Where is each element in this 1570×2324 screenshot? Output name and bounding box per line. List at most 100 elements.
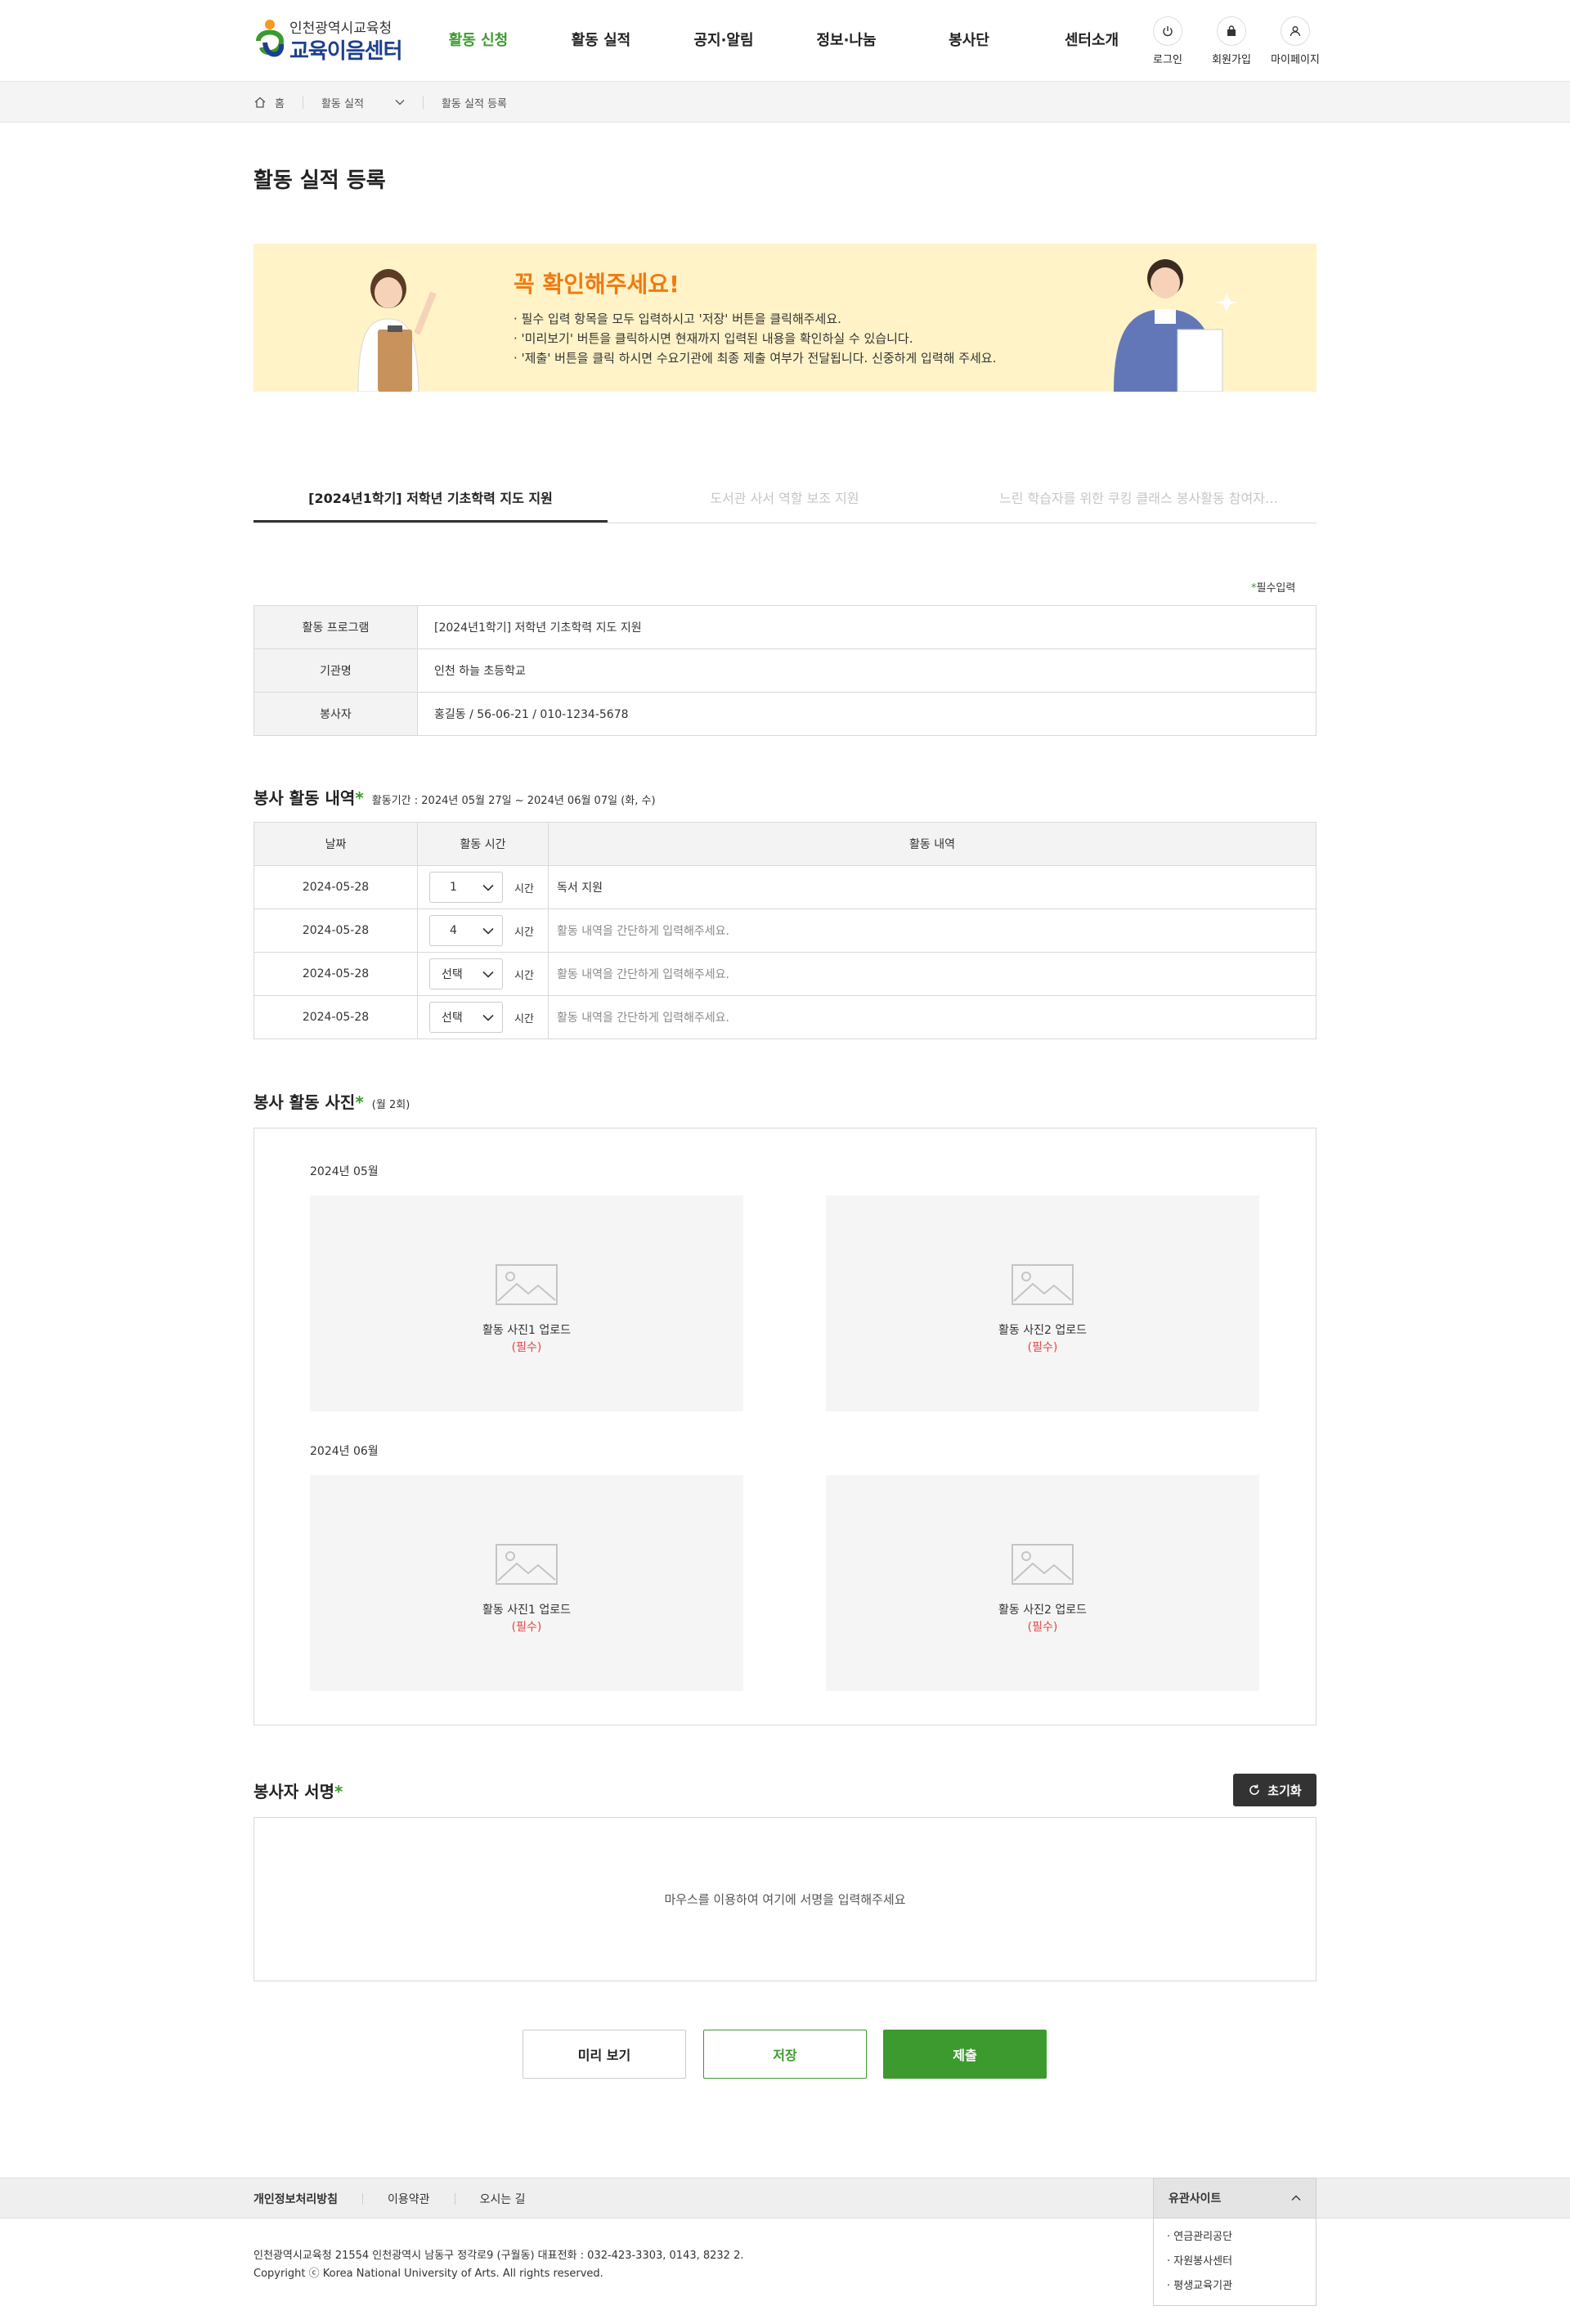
upload-label: 활동 사진2 업로드 [998, 1604, 1087, 1617]
join-label: 회원가입 [1212, 54, 1251, 66]
tab-library-assistant[interactable]: 도서관 사서 역할 보조 지원 [608, 476, 962, 523]
footer-divider [362, 2193, 364, 2205]
upload-required: (필수) [511, 1341, 542, 1354]
reset-signature-button[interactable]: 초기화 [1233, 1774, 1317, 1806]
photos-sub: (월 2회) [371, 1099, 410, 1111]
family-site-item[interactable]: · 연금관리공단 [1167, 2225, 1303, 2250]
notice-item: · 필수 입력 항목을 모두 입력하시고 '저장' 버튼을 클릭해주세요. [514, 312, 841, 326]
nav-volunteer-group[interactable]: 봉사단 [908, 0, 1030, 82]
mypage-button[interactable]: 마이페이지 [1269, 16, 1321, 66]
site-footer: 개인정보처리방침 이용약관 오시는 길 인천광역시교육청 21554 인천광역시… [0, 2178, 1570, 2324]
table-row: 활동 프로그램 [2024년1학기] 저학년 기초학력 지도 지원 [253, 605, 1317, 649]
desc-input[interactable]: 활동 내역을 간단하게 입력해주세요. [548, 909, 1317, 953]
family-site-toggle[interactable]: 유관사이트 [1153, 2178, 1317, 2219]
col-time: 활동 시간 [417, 822, 549, 866]
photo-upload-box[interactable]: 활동 사진2 업로드 (필수) [826, 1196, 1259, 1411]
breadcrumb-home[interactable]: 홈 [275, 95, 285, 110]
nav-notice[interactable]: 공지·알림 [662, 0, 785, 82]
required-star: * [355, 1092, 364, 1112]
save-button[interactable]: 저장 [703, 2030, 867, 2079]
desc-input[interactable]: 독서 지원 [548, 865, 1317, 909]
time-select[interactable]: 4 [429, 915, 503, 946]
time-select[interactable]: 선택 [429, 958, 503, 989]
photo-upload-box[interactable]: 활동 사진1 업로드 (필수) [310, 1475, 743, 1691]
notice-list: · 필수 입력 항목을 모두 입력하시고 '저장' 버튼을 클릭해주세요. · … [514, 309, 996, 368]
tab-cooking-class[interactable]: 느린 학습자를 위한 쿠킹 클래스 봉사활동 참여자… [962, 476, 1316, 523]
time-select-value: 4 [450, 924, 457, 937]
site-header: 인천광역시교육청 교육이음센터 활동 신청 활동 실적 공지·알림 정보·나눔 … [0, 0, 1570, 82]
breadcrumb: 홈 활동 실적 활동 실적 등록 [0, 82, 1570, 123]
login-button[interactable]: 로그인 [1142, 16, 1194, 66]
man-document-illustration [1114, 259, 1238, 392]
nav-activity-record[interactable]: 활동 실적 [540, 0, 662, 82]
chevron-down-icon [482, 1014, 494, 1021]
row-date: 2024-05-28 [253, 865, 418, 909]
chevron-down-icon[interactable] [395, 99, 405, 105]
directions-link[interactable]: 오시는 길 [480, 2191, 526, 2207]
power-icon [1153, 16, 1182, 46]
nav-center-intro[interactable]: 센터소개 [1030, 0, 1153, 82]
main-nav: 활동 신청 활동 실적 공지·알림 정보·나눔 봉사단 센터소개 [417, 0, 1153, 82]
photos-section-title: 봉사 활동 사진* (월 2회) [253, 1089, 410, 1113]
upload-required: (필수) [1027, 1621, 1058, 1634]
desc-input[interactable]: 활동 내역을 간단하게 입력해주세요. [548, 995, 1317, 1039]
family-site-list: · 연금관리공단 · 자원봉사센터 · 평생교육기관 [1153, 2219, 1317, 2306]
breadcrumb-level1[interactable]: 활동 실적 [321, 95, 395, 110]
desc-input[interactable]: 활동 내역을 간단하게 입력해주세요. [548, 952, 1317, 996]
family-site-dropdown: 유관사이트 · 연금관리공단 · 자원봉사센터 · 평생교육기관 [1153, 2178, 1317, 2306]
signature-title: 봉사자 서명 [253, 1782, 334, 1801]
refresh-icon [1249, 1784, 1260, 1795]
terms-link[interactable]: 이용약관 [388, 2191, 430, 2207]
photo-upload-box[interactable]: 활동 사진2 업로드 (필수) [826, 1475, 1259, 1691]
family-site-item[interactable]: · 평생교육기관 [1167, 2274, 1303, 2299]
activity-table: 날짜 활동 시간 활동 내역 2024-05-28 1 시간 독서 지원 2024… [253, 822, 1317, 1039]
time-select-value: 1 [450, 881, 457, 894]
upload-required: (필수) [511, 1621, 542, 1634]
table-row: 2024-05-28 1 시간 독서 지원 [253, 865, 1317, 909]
month-label: 2024년 05월 [310, 1165, 379, 1178]
nav-info[interactable]: 정보·나눔 [785, 0, 908, 82]
notice-item: · '미리보기' 버튼을 클릭하시면 현재까지 입력된 내용을 확인하실 수 있… [514, 331, 913, 346]
upload-label: 활동 사진1 업로드 [482, 1604, 571, 1617]
org-label: 기관명 [253, 648, 418, 693]
join-button[interactable]: 회원가입 [1205, 16, 1258, 66]
volunteer-value: 홍길동 / 56-06-21 / 010-1234-5678 [417, 692, 1317, 736]
time-select[interactable]: 1 [429, 872, 503, 903]
preview-button[interactable]: 미리 보기 [523, 2030, 686, 2079]
footer-address: 인천광역시교육청 21554 인천광역시 남동구 정각로9 (구월동) 대표전화… [253, 2250, 744, 2262]
image-placeholder-icon [496, 1264, 558, 1305]
submit-button[interactable]: 제출 [883, 2030, 1047, 2079]
signature-pad[interactable]: 마우스를 이용하여 여기에 서명을 입력해주세요 [253, 1817, 1317, 1981]
photo-upload-box[interactable]: 활동 사진1 업로드 (필수) [310, 1196, 743, 1411]
required-note-text: 필수입력 [1256, 582, 1296, 594]
month-label: 2024년 06월 [310, 1445, 379, 1458]
family-site-title: 유관사이트 [1169, 2192, 1222, 2205]
tab-basic-learning[interactable]: [2024년1학기] 저학년 기초학력 지도 지원 [253, 476, 608, 523]
table-row: 2024-05-28 선택 시간 활동 내역을 간단하게 입력해주세요. [253, 995, 1317, 1039]
table-row: 기관명 인천 하늘 초등학교 [253, 648, 1317, 693]
required-star: * [334, 1782, 343, 1801]
time-select-value: 선택 [442, 968, 463, 981]
family-site-item[interactable]: · 자원봉사센터 [1167, 2250, 1303, 2274]
row-date: 2024-05-28 [253, 909, 418, 953]
chevron-down-icon [482, 884, 494, 891]
login-label: 로그인 [1153, 54, 1182, 66]
home-icon[interactable] [253, 96, 267, 109]
page-title: 활동 실적 등록 [253, 168, 386, 193]
time-select[interactable]: 선택 [429, 1002, 503, 1033]
time-cell: 4 시간 [417, 909, 549, 953]
program-value: [2024년1학기] 저학년 기초학력 지도 지원 [417, 605, 1317, 649]
time-cell: 선택 시간 [417, 952, 549, 996]
privacy-link[interactable]: 개인정보처리방침 [253, 2191, 338, 2207]
footer-address-block: 인천광역시교육청 21554 인천광역시 남동구 정각로9 (구월동) 대표전화… [253, 2247, 744, 2283]
utility-menu: 로그인 회원가입 마이페이지 [1142, 16, 1321, 66]
site-logo[interactable]: 인천광역시교육청 교육이음센터 [253, 15, 409, 65]
table-row: 2024-05-28 선택 시간 활동 내역을 간단하게 입력해주세요. [253, 952, 1317, 996]
user-icon [1281, 16, 1310, 46]
logo-mark-icon [256, 20, 285, 57]
notice-item: · '제출' 버튼을 클릭 하시면 수요기관에 최종 제출 여부가 전달됩니다.… [514, 351, 997, 366]
nav-activity-apply[interactable]: 활동 신청 [417, 0, 540, 82]
row-date: 2024-05-28 [253, 952, 418, 996]
image-placeholder-icon [1012, 1264, 1074, 1305]
time-cell: 1 시간 [417, 865, 549, 909]
